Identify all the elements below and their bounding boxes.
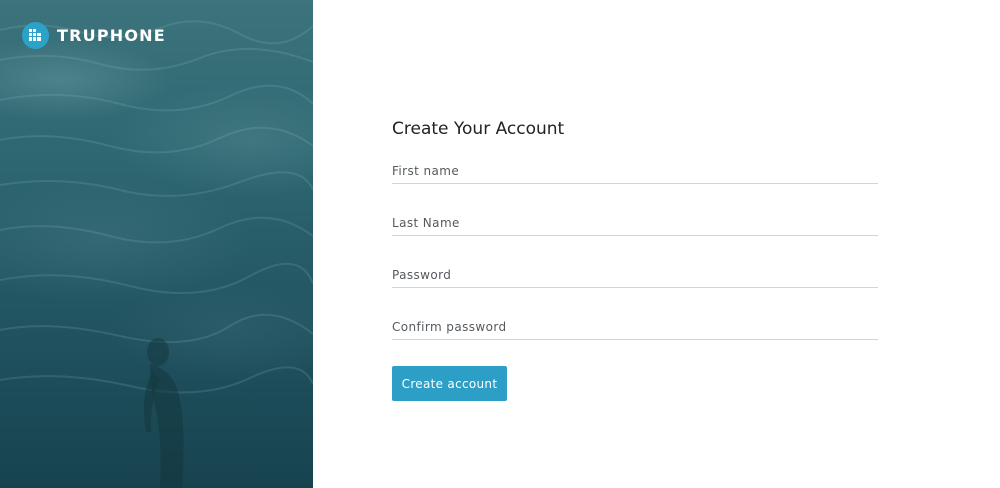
brand-name: TRUPHONE (57, 26, 166, 45)
password-field-wrapper (392, 263, 878, 288)
first-name-field-wrapper (392, 159, 878, 184)
signup-form: Create Your Account Create account (392, 0, 879, 488)
underwater-swimmer-image (0, 20, 313, 488)
hero-image-panel: TRUPHONE (0, 0, 313, 488)
create-account-button[interactable]: Create account (392, 366, 507, 401)
brand-logo[interactable]: TRUPHONE (22, 22, 166, 49)
password-input[interactable] (392, 263, 878, 287)
confirm-password-field-wrapper (392, 315, 878, 340)
confirm-password-input[interactable] (392, 315, 878, 339)
truphone-logo-icon (22, 22, 49, 49)
last-name-input[interactable] (392, 211, 878, 235)
first-name-input[interactable] (392, 159, 878, 183)
form-title: Create Your Account (392, 119, 565, 139)
last-name-field-wrapper (392, 211, 878, 236)
